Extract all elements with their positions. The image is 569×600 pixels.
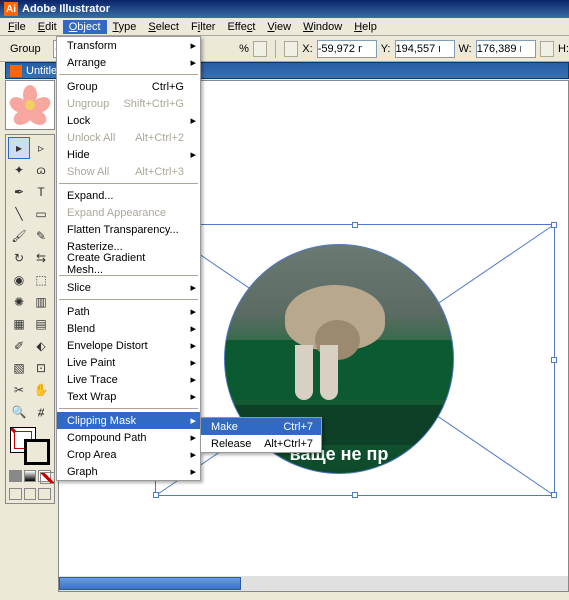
reflect-tool[interactable]: ⇆ <box>30 247 52 269</box>
anchor-icon[interactable] <box>284 41 298 57</box>
slice-tool[interactable]: ⧥ <box>30 401 52 423</box>
submenu-item-make[interactable]: MakeCtrl+7 <box>201 418 321 435</box>
menu-type[interactable]: Type <box>107 20 143 34</box>
gradient-tool[interactable]: ▤ <box>30 313 52 335</box>
link-wh-icon[interactable] <box>540 41 554 57</box>
scrollbar-thumb[interactable] <box>59 577 241 590</box>
menu-item-clipping-mask[interactable]: Clipping Mask▸ <box>57 412 200 429</box>
horizontal-scrollbar[interactable] <box>59 576 568 591</box>
menu-item-blend[interactable]: Blend▸ <box>57 320 200 337</box>
color-mode-none[interactable] <box>38 470 51 482</box>
selection-type-label: Group <box>10 43 41 55</box>
submenu-item-release[interactable]: ReleaseAlt+Ctrl+7 <box>201 435 321 452</box>
color-mode-row <box>8 469 52 483</box>
menu-item-expand-[interactable]: Expand... <box>57 187 200 204</box>
eyedropper-tool[interactable]: ✐ <box>8 335 30 357</box>
rotate-tool[interactable]: ↻ <box>8 247 30 269</box>
fill-stroke-swatch[interactable] <box>8 425 52 465</box>
x-input[interactable] <box>317 40 377 58</box>
app-logo-icon: Ai <box>4 2 18 16</box>
stroke-swatch[interactable] <box>24 439 50 465</box>
pencil-tool[interactable]: ✎ <box>30 225 52 247</box>
menu-item-flatten-transparency-[interactable]: Flatten Transparency... <box>57 221 200 238</box>
color-mode-solid[interactable] <box>9 470 22 482</box>
bounding-box[interactable] <box>155 224 555 496</box>
menu-item-group[interactable]: GroupCtrl+G <box>57 78 200 95</box>
paintbrush-tool[interactable]: 🖌 <box>8 225 30 247</box>
menu-item-live-trace[interactable]: Live Trace▸ <box>57 371 200 388</box>
menu-view[interactable]: View <box>261 20 297 34</box>
menu-item-graph[interactable]: Graph▸ <box>57 463 200 480</box>
menubar: File Edit Object Type Select Filter Effe… <box>0 18 569 36</box>
magic-wand-tool[interactable]: ✦ <box>8 159 30 181</box>
lasso-tool[interactable]: ɷ <box>30 159 52 181</box>
object-menu: Transform▸Arrange▸ GroupCtrl+GUngroupShif… <box>56 36 201 481</box>
hand-tool[interactable]: ✋ <box>30 379 52 401</box>
titlebar: Ai Adobe Illustrator <box>0 0 569 18</box>
y-label: Y: <box>381 43 391 55</box>
flower-thumbnail-icon <box>12 87 48 123</box>
menu-object[interactable]: Object <box>63 20 107 34</box>
menu-item-slice[interactable]: Slice▸ <box>57 279 200 296</box>
app-title: Adobe Illustrator <box>22 3 110 15</box>
menu-item-unlock-all: Unlock AllAlt+Ctrl+2 <box>57 129 200 146</box>
menu-edit[interactable]: Edit <box>32 20 63 34</box>
menu-item-expand-appearance: Expand Appearance <box>57 204 200 221</box>
menu-item-transform[interactable]: Transform▸ <box>57 37 200 54</box>
menu-item-envelope-distort[interactable]: Envelope Distort▸ <box>57 337 200 354</box>
direct-selection-tool[interactable]: ▹ <box>30 137 52 159</box>
opacity-value: % <box>239 43 249 55</box>
menu-effect[interactable]: Effect <box>221 20 261 34</box>
toolbox: ▸▹ ✦ɷ ✒T ╲▭ 🖌✎ ↻⇆ ◉⬚ ✺▥ ▦▤ ✐⬖ ▧⊡ ✂✋ 🔍⧥ <box>5 134 55 504</box>
blend-tool[interactable]: ⬖ <box>30 335 52 357</box>
menu-item-compound-path[interactable]: Compound Path▸ <box>57 429 200 446</box>
menu-item-crop-area[interactable]: Crop Area▸ <box>57 446 200 463</box>
menu-item-arrange[interactable]: Arrange▸ <box>57 54 200 71</box>
w-label: W: <box>459 43 472 55</box>
x-label: X: <box>302 43 312 55</box>
rectangle-tool[interactable]: ▭ <box>30 203 52 225</box>
scissors-tool[interactable]: ✂ <box>8 379 30 401</box>
w-input[interactable] <box>476 40 536 58</box>
thumbnail-panel <box>5 80 55 130</box>
graph-tool[interactable]: ▥ <box>30 291 52 313</box>
menu-item-create-gradient-mesh-[interactable]: Create Gradient Mesh... <box>57 255 200 272</box>
screen-mode-full[interactable] <box>38 488 51 500</box>
free-transform-tool[interactable]: ⬚ <box>30 269 52 291</box>
menu-help[interactable]: Help <box>348 20 383 34</box>
screen-mode-row <box>8 487 52 501</box>
menu-item-text-wrap[interactable]: Text Wrap▸ <box>57 388 200 405</box>
warp-tool[interactable]: ◉ <box>8 269 30 291</box>
type-tool[interactable]: T <box>30 181 52 203</box>
clipping-mask-submenu: MakeCtrl+7ReleaseAlt+Ctrl+7 <box>200 417 322 453</box>
line-tool[interactable]: ╲ <box>8 203 30 225</box>
crop-tool[interactable]: ⊡ <box>30 357 52 379</box>
menu-file[interactable]: File <box>2 20 32 34</box>
menu-item-hide[interactable]: Hide▸ <box>57 146 200 163</box>
menu-item-live-paint[interactable]: Live Paint▸ <box>57 354 200 371</box>
y-input[interactable] <box>395 40 455 58</box>
zoom-tool[interactable]: 🔍 <box>8 401 30 423</box>
menu-window[interactable]: Window <box>297 20 348 34</box>
menu-item-show-all: Show AllAlt+Ctrl+3 <box>57 163 200 180</box>
menu-item-path[interactable]: Path▸ <box>57 303 200 320</box>
doc-logo-icon <box>10 65 22 77</box>
color-mode-gradient[interactable] <box>24 470 37 482</box>
symbol-sprayer-tool[interactable]: ✺ <box>8 291 30 313</box>
document-title: Untitle <box>26 65 57 77</box>
menu-item-ungroup: UngroupShift+Ctrl+G <box>57 95 200 112</box>
screen-mode-normal[interactable] <box>9 488 22 500</box>
menu-select[interactable]: Select <box>142 20 185 34</box>
style-icon[interactable] <box>253 41 267 57</box>
menu-item-lock[interactable]: Lock▸ <box>57 112 200 129</box>
pen-tool[interactable]: ✒ <box>8 181 30 203</box>
selection-tool[interactable]: ▸ <box>8 137 30 159</box>
h-label: H: <box>558 43 569 55</box>
mesh-tool[interactable]: ▦ <box>8 313 30 335</box>
screen-mode-full-menu[interactable] <box>24 488 37 500</box>
live-paint-tool[interactable]: ▧ <box>8 357 30 379</box>
menu-filter[interactable]: Filter <box>185 20 221 34</box>
